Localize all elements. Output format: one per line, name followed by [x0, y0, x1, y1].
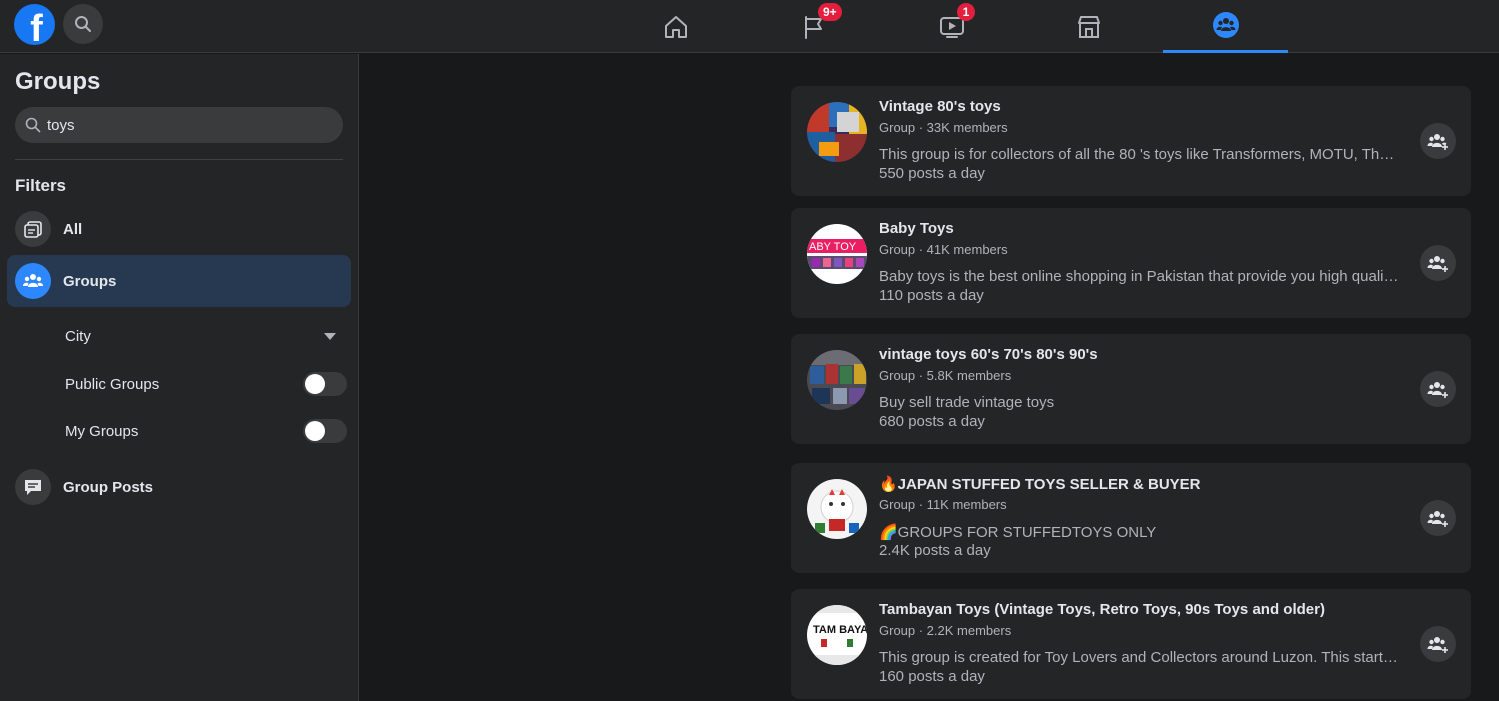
join-group-icon — [1427, 637, 1448, 653]
group-posts-icon — [15, 469, 51, 505]
public-groups-toggle[interactable] — [303, 372, 347, 396]
join-group-icon — [1427, 511, 1448, 527]
group-avatar[interactable] — [807, 350, 867, 410]
all-results-icon — [15, 211, 51, 247]
group-name[interactable]: vintage toys 60's 70's 80's 90's — [879, 346, 1098, 363]
nav-tab-marketplace[interactable] — [1026, 0, 1151, 53]
nav-tab-home[interactable] — [613, 0, 738, 53]
join-group-icon — [1427, 134, 1448, 150]
group-description: This group is for collectors of all the … — [879, 146, 1401, 163]
join-group-button[interactable] — [1420, 500, 1456, 536]
group-avatar[interactable] — [807, 102, 867, 162]
group-result-card[interactable]: 🔥JAPAN STUFFED TOYS SELLER & BUYER Group… — [791, 463, 1471, 573]
marketplace-icon — [1077, 15, 1100, 38]
group-activity: 680 posts a day — [879, 413, 985, 430]
facebook-logo-letter: f — [30, 8, 43, 45]
group-activity: 160 posts a day — [879, 668, 985, 685]
group-name[interactable]: Tambayan Toys (Vintage Toys, Retro Toys,… — [879, 601, 1325, 618]
group-description: Buy sell trade vintage toys — [879, 394, 1055, 411]
group-meta: Group · 5.8K members — [879, 368, 1012, 383]
search-icon — [25, 117, 41, 133]
join-group-button[interactable] — [1420, 371, 1456, 407]
top-navigation-bar: f 9+ 1 — [0, 0, 1499, 53]
pages-notification-badge: 9+ — [818, 3, 842, 21]
nav-tab-groups[interactable] — [1163, 0, 1288, 53]
join-group-icon — [1427, 382, 1448, 398]
group-avatar[interactable] — [807, 479, 867, 539]
search-button[interactable] — [63, 4, 103, 44]
svg-text:ABY TOY: ABY TOY — [809, 241, 857, 253]
nav-tab-pages[interactable]: 9+ — [751, 0, 876, 53]
join-group-button[interactable] — [1420, 245, 1456, 281]
chevron-down-icon — [324, 332, 336, 340]
public-groups-filter: Public Groups — [65, 366, 348, 402]
join-group-icon — [1427, 256, 1448, 272]
group-result-card[interactable]: ABY TOY Baby Toys Group · 41K members Ba… — [791, 208, 1471, 318]
group-result-card[interactable]: vintage toys 60's 70's 80's 90's Group ·… — [791, 334, 1471, 444]
group-result-card[interactable]: Vintage 80's toys Group · 33K members Th… — [791, 86, 1471, 196]
group-description: This group is created for Toy Lovers and… — [879, 649, 1401, 666]
my-groups-toggle[interactable] — [303, 419, 347, 443]
filter-all[interactable]: All — [7, 203, 351, 255]
group-name[interactable]: Baby Toys — [879, 220, 954, 237]
group-activity: 2.4K posts a day — [879, 542, 991, 559]
filter-groups-label: Groups — [63, 272, 117, 290]
group-meta: Group · 11K members — [879, 497, 1007, 512]
divider — [15, 159, 343, 160]
filter-all-label: All — [63, 220, 83, 238]
group-avatar[interactable]: ABY TOY — [807, 224, 867, 284]
join-group-button[interactable] — [1420, 626, 1456, 662]
facebook-logo[interactable]: f — [14, 4, 55, 45]
search-input[interactable] — [47, 116, 327, 134]
join-group-button[interactable] — [1420, 123, 1456, 159]
sidebar-title: Groups — [15, 68, 101, 95]
group-avatar[interactable]: TAM BAYAN — [807, 605, 867, 665]
group-meta: Group · 41K members — [879, 242, 1008, 257]
filters-sidebar: Groups Filters All — [0, 54, 359, 701]
filter-group-posts-label: Group Posts — [63, 478, 154, 496]
search-box[interactable] — [15, 107, 343, 143]
city-filter-dropdown[interactable]: City — [65, 318, 348, 354]
group-meta: Group · 33K members — [879, 120, 1008, 135]
group-result-card[interactable]: TAM BAYAN Tambayan Toys (Vintage Toys, R… — [791, 589, 1471, 699]
group-meta: Group · 2.2K members — [879, 623, 1012, 638]
group-name[interactable]: Vintage 80's toys — [879, 98, 1001, 115]
avatar-logo-text: TAM BAYAN — [813, 624, 867, 636]
group-activity: 550 posts a day — [879, 165, 985, 182]
city-filter-label: City — [65, 327, 91, 345]
watch-notification-badge: 1 — [957, 3, 975, 21]
home-icon — [664, 15, 687, 38]
group-activity: 110 posts a day — [879, 287, 984, 304]
search-icon — [75, 16, 91, 32]
filter-group-posts[interactable]: Group Posts — [7, 461, 351, 513]
groups-icon — [1212, 12, 1239, 38]
nav-tab-watch[interactable]: 1 — [889, 0, 1014, 53]
my-groups-filter: My Groups — [65, 413, 348, 449]
public-groups-label: Public Groups — [65, 375, 160, 393]
filter-groups[interactable]: Groups — [7, 255, 351, 307]
groups-icon — [15, 263, 51, 299]
my-groups-label: My Groups — [65, 422, 139, 440]
group-description: 🌈GROUPS FOR STUFFEDTOYS ONLY — [879, 524, 1157, 541]
group-description: Baby toys is the best online shopping in… — [879, 268, 1401, 285]
group-name[interactable]: 🔥JAPAN STUFFED TOYS SELLER & BUYER — [879, 475, 1201, 493]
filters-heading: Filters — [15, 176, 67, 195]
